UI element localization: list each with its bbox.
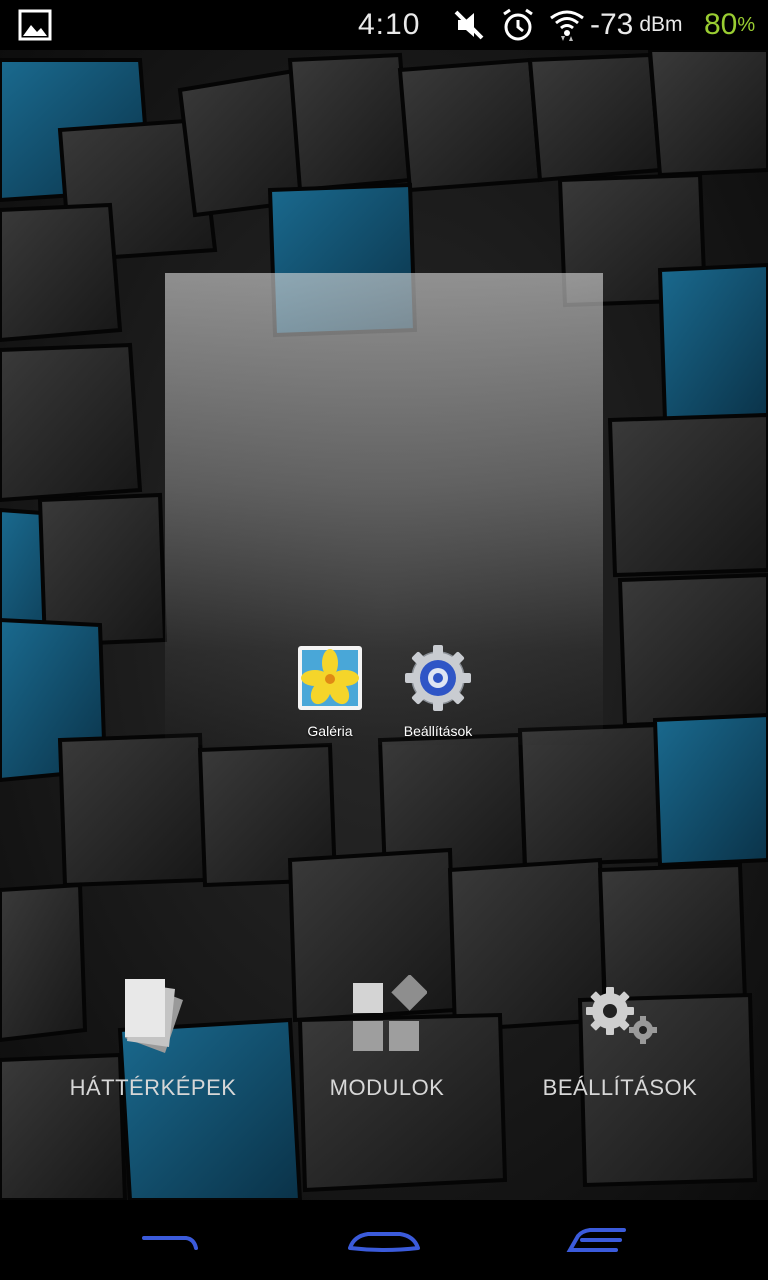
app-label: Beállítások [403,723,473,739]
recents-button[interactable] [538,1218,658,1264]
widgets-icon [347,973,429,1055]
wallpapers-icon [113,975,193,1055]
app-beallitasok[interactable]: Beállítások [383,643,493,739]
home-screen-preview[interactable]: Galéria Beállítások [165,273,603,745]
status-bar: 4:10 -73 dBm 80% [0,0,768,50]
settings-gears-icon [580,975,660,1055]
back-icon [142,1236,198,1250]
signal-strength: -73 dBm [590,8,683,41]
settings-app-icon [403,643,473,713]
recents-icon [566,1228,626,1252]
wallpapers-option[interactable]: HÁTTÉRKÉPEK [38,975,268,1101]
battery-level: 80% [704,8,756,41]
mute-icon [452,0,486,50]
settings-label: BEÁLLÍTÁSOK [542,1075,698,1100]
widgets-label: MODULOK [329,1075,445,1100]
home-icon [348,1232,420,1252]
wifi-icon [548,0,586,50]
status-time: 4:10 [358,8,421,41]
gallery-app-icon [295,643,365,713]
app-galeria[interactable]: Galéria [275,643,385,739]
app-label: Galéria [307,723,353,739]
settings-option[interactable]: BEÁLLÍTÁSOK [505,975,735,1101]
alarm-icon [500,0,536,50]
gallery-notification-icon [18,0,52,50]
navigation-bar [0,1200,768,1280]
home-button[interactable] [324,1218,444,1264]
widgets-option[interactable]: MODULOK [272,973,502,1101]
back-button[interactable] [110,1218,230,1264]
wallpapers-label: HÁTTÉRKÉPEK [69,1075,237,1100]
